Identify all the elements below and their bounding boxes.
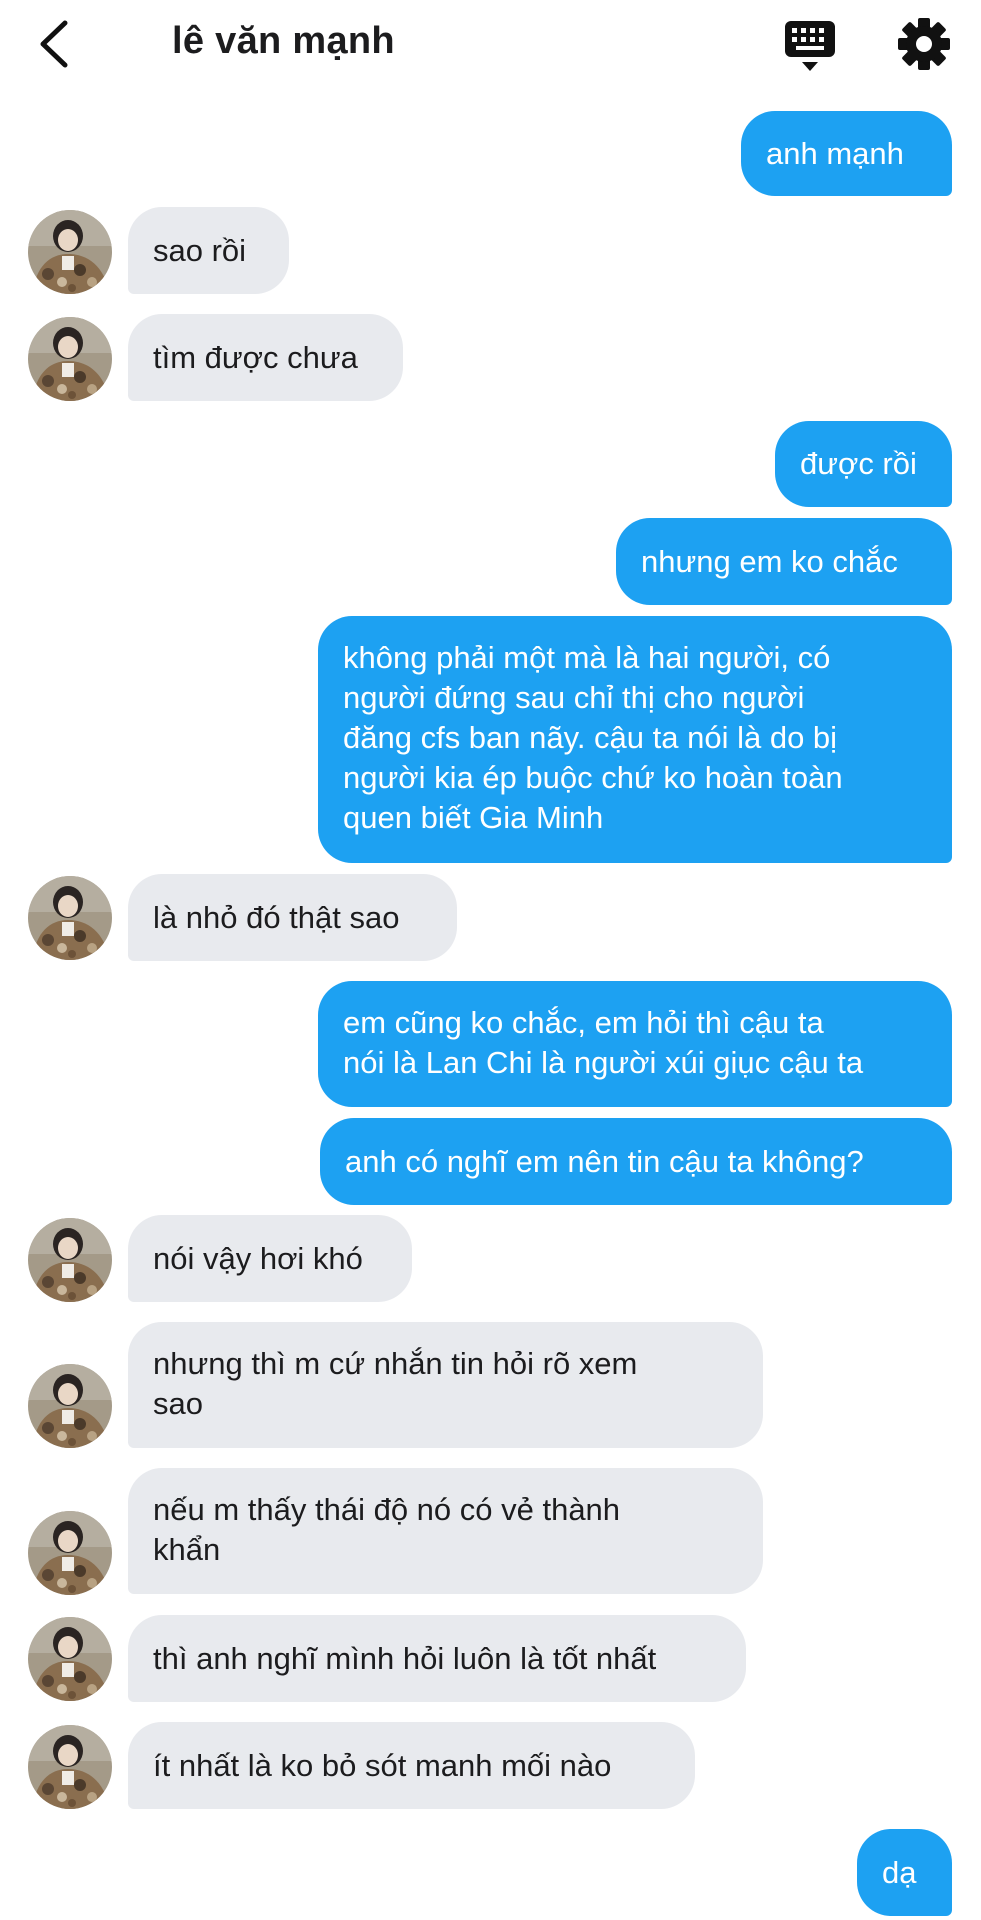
message-bubble[interactable]: thì anh nghĩ mình hỏi luôn là tốt nhất bbox=[128, 1615, 746, 1702]
message-bubble[interactable]: nhưng em ko chắc bbox=[616, 518, 952, 605]
message-bubble[interactable]: anh có nghĩ em nên tin cậu ta không? bbox=[320, 1118, 952, 1205]
settings-button[interactable] bbox=[896, 16, 952, 72]
back-button[interactable] bbox=[28, 14, 80, 74]
message-bubble[interactable]: không phải một mà là hai người, có người… bbox=[318, 616, 952, 863]
keyboard-icon bbox=[785, 21, 835, 71]
avatar[interactable] bbox=[28, 1511, 112, 1595]
message-bubble[interactable]: được rồi bbox=[775, 421, 952, 507]
message-bubble[interactable]: nếu m thấy thái độ nó có vẻ thành khẩn bbox=[128, 1468, 763, 1594]
contact-name[interactable]: lê văn mạnh bbox=[172, 20, 395, 63]
message-bubble[interactable]: nói vậy hơi khó bbox=[128, 1215, 412, 1302]
message-bubble[interactable]: tìm được chưa bbox=[128, 314, 403, 401]
message-bubble[interactable]: anh mạnh bbox=[741, 111, 952, 196]
avatar[interactable] bbox=[28, 1725, 112, 1809]
avatar[interactable] bbox=[28, 876, 112, 960]
message-bubble[interactable]: là nhỏ đó thật sao bbox=[128, 874, 457, 961]
chat-header: lê văn mạnh bbox=[0, 0, 981, 92]
message-bubble[interactable]: nhưng thì m cứ nhắn tin hỏi rõ xem sao bbox=[128, 1322, 763, 1448]
avatar[interactable] bbox=[28, 317, 112, 401]
avatar[interactable] bbox=[28, 1364, 112, 1448]
avatar[interactable] bbox=[28, 1218, 112, 1302]
message-bubble[interactable]: dạ bbox=[857, 1829, 952, 1916]
message-bubble[interactable]: em cũng ko chắc, em hỏi thì cậu ta nói l… bbox=[318, 981, 952, 1107]
message-bubble[interactable]: ít nhất là ko bỏ sót manh mối nào bbox=[128, 1722, 695, 1809]
gear-icon bbox=[898, 18, 950, 70]
avatar[interactable] bbox=[28, 210, 112, 294]
avatar[interactable] bbox=[28, 1617, 112, 1701]
message-bubble[interactable]: sao rồi bbox=[128, 207, 289, 294]
chevron-left-icon bbox=[40, 20, 68, 68]
keyboard-button[interactable] bbox=[782, 18, 838, 74]
